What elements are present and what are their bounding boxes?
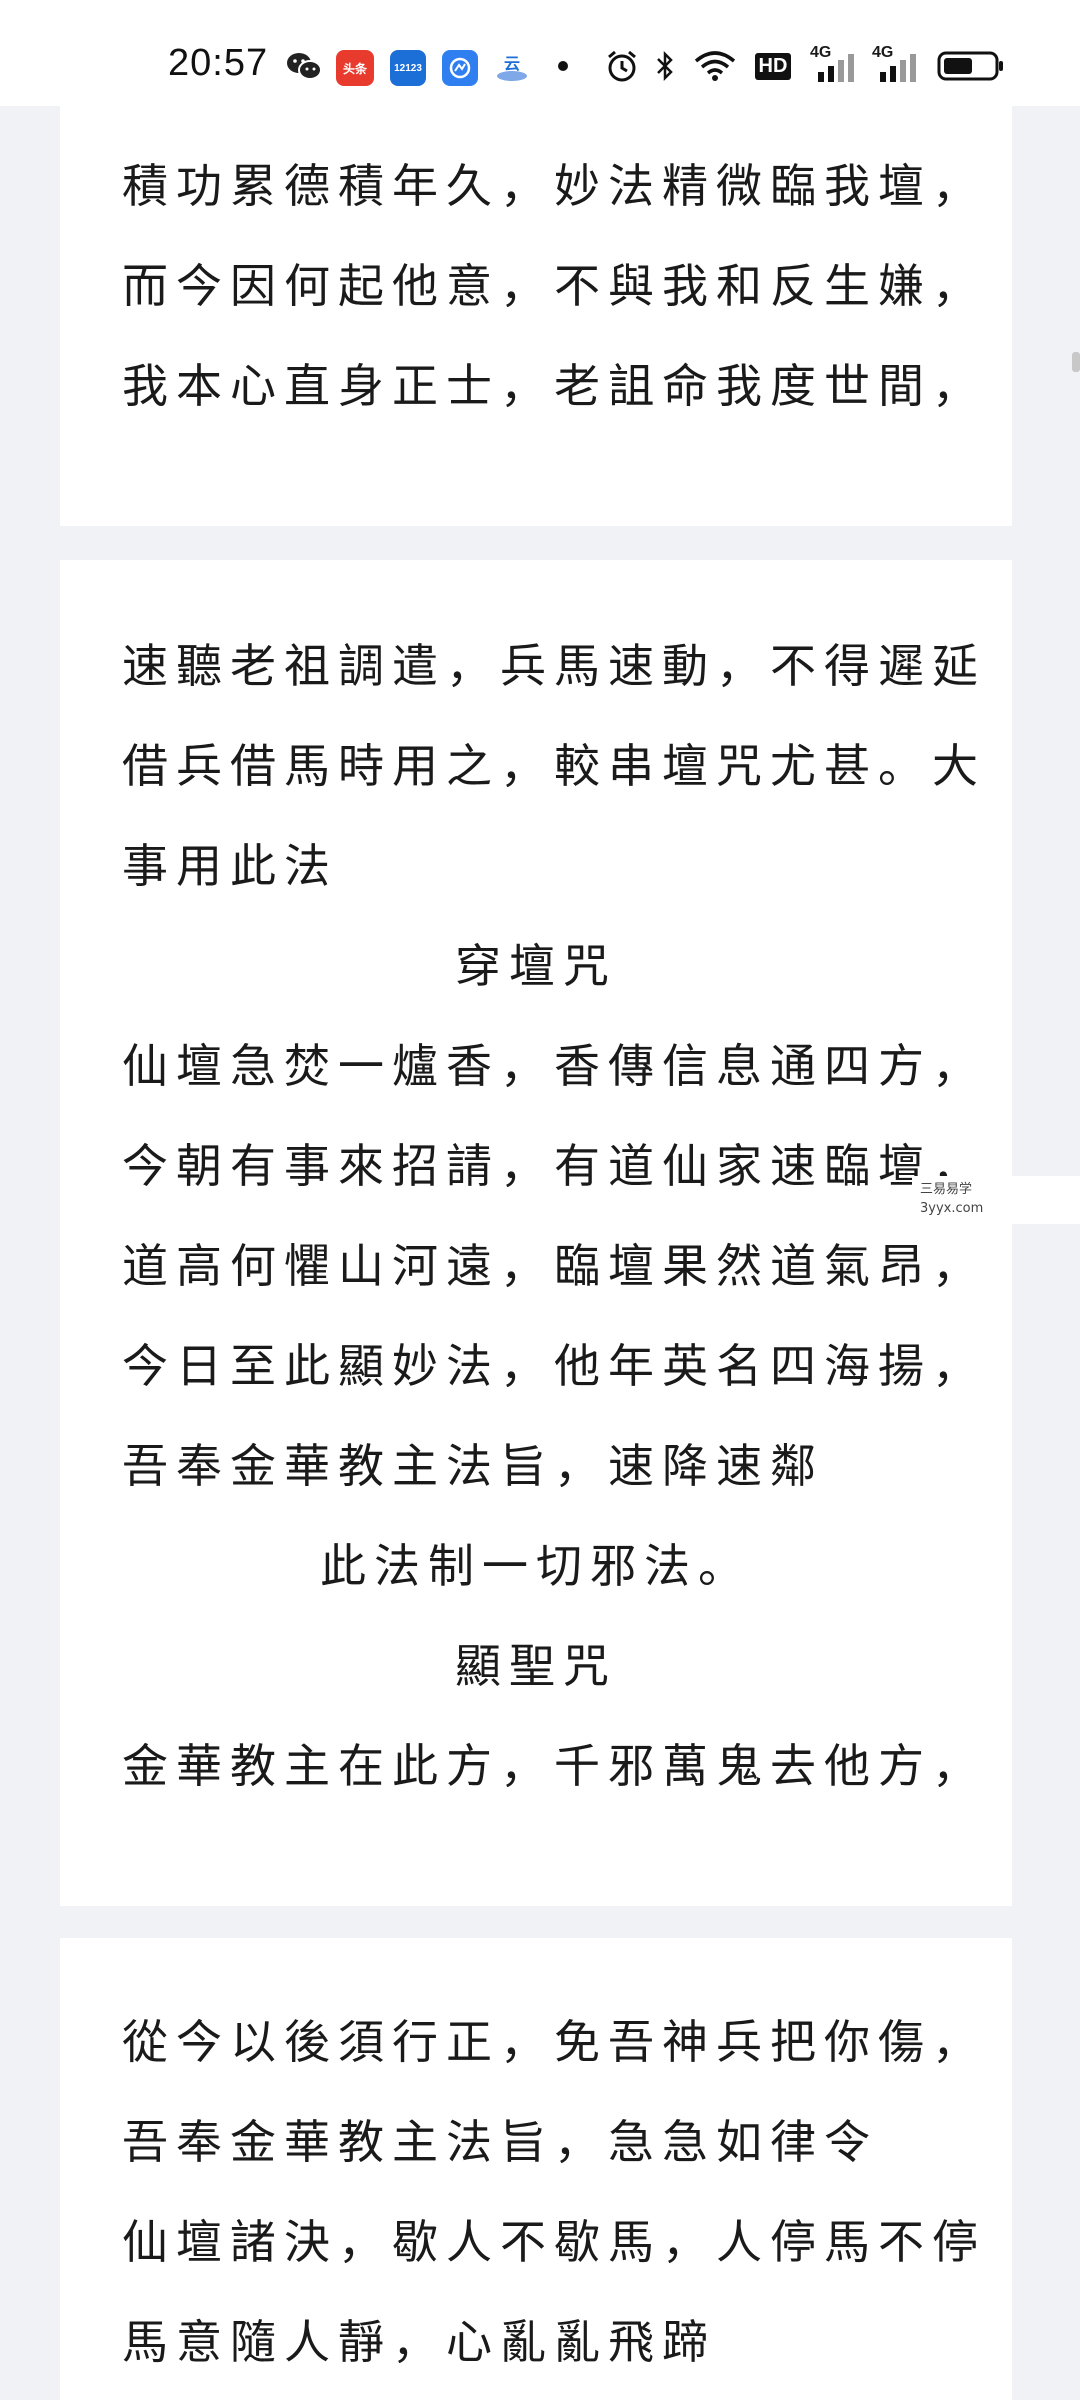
- text-line: 吾奉金華教主法旨，急急如律令: [122, 2115, 878, 2169]
- section-heading: 穿壇咒: [455, 939, 617, 993]
- hd-icon: HD: [752, 48, 794, 84]
- text-line: 而今因何起他意，不與我和反生嫌，: [122, 259, 986, 313]
- text-line: 仙壇諸決，歇人不歇馬，人停馬不停: [122, 2215, 986, 2269]
- traffic-12123-icon: 12123: [390, 50, 426, 86]
- app-icon: [442, 50, 478, 86]
- battery-icon: [936, 48, 1006, 84]
- wechat-icon: [284, 48, 324, 84]
- scrollbar-thumb[interactable]: [1072, 352, 1080, 372]
- bluetooth-icon: [652, 48, 678, 84]
- text-line: 從今以後須行正，免吾神兵把你傷，: [122, 2015, 986, 2069]
- watermark-line: 3yyx.com: [920, 1201, 984, 1216]
- text-line: 道高何懼山河遠，臨壇果然道氣昂，: [122, 1239, 986, 1293]
- alarm-icon: [604, 48, 640, 84]
- watermark-line: 三易易学: [920, 1182, 973, 1197]
- watermark: 三易易学 3yyx.com: [912, 1176, 1080, 1224]
- text-line: 借兵借馬時用之，較串壇咒尤甚。大: [122, 739, 986, 793]
- text-line: 仙壇急焚一爐香，香傳信息通四方，: [122, 1039, 986, 1093]
- signal-4g-icon-2: 4G: [872, 44, 920, 84]
- text-line: 積功累德積年久，妙法精微臨我壇，: [122, 159, 986, 213]
- text-line: 今日至此顯妙法，他年英名四海揚，: [122, 1339, 986, 1393]
- text-line: 馬意隨人靜，心亂亂飛蹄: [122, 2315, 716, 2369]
- signal-4g-icon: 4G: [810, 44, 858, 84]
- status-bar: 20:57 头条 12123 云 HD 4G 4G: [0, 0, 1080, 106]
- status-time: 20:57: [168, 42, 269, 84]
- text-line: 事用此法: [122, 839, 338, 893]
- text-line: 吾奉金華教主法旨，速降速鄰: [122, 1439, 824, 1493]
- text-line: 今朝有事來招請，有道仙家速臨壇，: [122, 1139, 986, 1193]
- section-heading: 顯聖咒: [455, 1639, 617, 1693]
- text-card-2: 速聽老祖調遣，兵馬速動，不得遲延 借兵借馬時用之，較串壇咒尤甚。大 事用此法 穿…: [60, 560, 1012, 1906]
- toutiao-icon: 头条: [336, 50, 374, 86]
- text-card-1: 積功累德積年久，妙法精微臨我壇， 而今因何起他意，不與我和反生嫌， 我本心直身正…: [60, 106, 1012, 526]
- text-line: 金華教主在此方，千邪萬鬼去他方，: [122, 1739, 986, 1793]
- article-page[interactable]: 積功累德積年久，妙法精微臨我壇， 而今因何起他意，不與我和反生嫌， 我本心直身正…: [0, 106, 1080, 2400]
- wifi-icon: [692, 48, 738, 84]
- dot-icon: [556, 48, 570, 84]
- svg-text:云: 云: [504, 56, 520, 73]
- text-card-3: 從今以後須行正，免吾神兵把你傷， 吾奉金華教主法旨，急急如律令 仙壇諸決，歇人不…: [60, 1938, 1012, 2400]
- text-line-centered: 此法制一切邪法。: [320, 1539, 752, 1593]
- cloud-app-icon: 云: [494, 48, 530, 84]
- text-line: 速聽老祖調遣，兵馬速動，不得遲延: [122, 639, 986, 693]
- text-line: 我本心直身正士，老詛命我度世間，: [122, 359, 986, 413]
